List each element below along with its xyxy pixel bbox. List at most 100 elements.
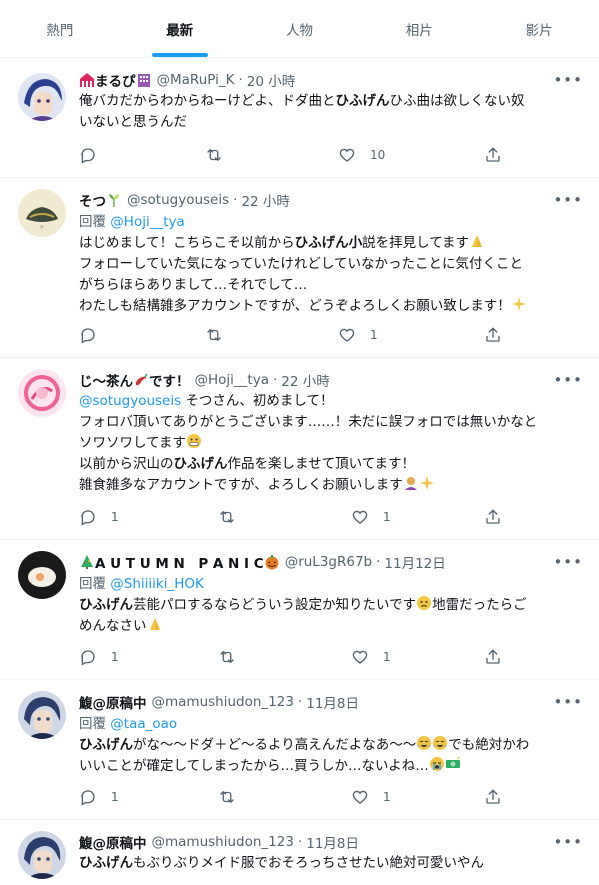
tweet-text: ひふげんがな～～ドダ＋ど～るより高えんだよなあ～～ でも絶対かわ いいことが確定し… — [79, 735, 583, 777]
sparkles-emoji-icon — [419, 475, 435, 491]
active-tab-indicator — [151, 53, 208, 57]
like-button[interactable]: 1 — [351, 508, 391, 526]
retweet-button[interactable] — [205, 146, 237, 164]
like-button[interactable]: 1 — [351, 648, 391, 666]
retweet-button[interactable] — [218, 648, 250, 666]
retweet-button[interactable] — [218, 508, 250, 526]
timestamp[interactable]: 11月8日 — [306, 692, 359, 712]
tweet[interactable]: 鰒@原稿中 @mamushiudon_123 · 11月8日 ••• 回覆 @t… — [0, 681, 599, 820]
reply-icon — [81, 650, 95, 666]
display-name[interactable]: 鰒@原稿中 — [79, 692, 147, 712]
reply-button[interactable] — [79, 326, 111, 344]
share-button[interactable] — [484, 146, 502, 164]
more-options-icon[interactable]: ••• — [553, 691, 583, 713]
retweet-icon — [207, 329, 221, 341]
display-name[interactable]: 鰒@原稿中 — [79, 832, 147, 852]
avatar[interactable] — [18, 369, 66, 417]
more-options-icon[interactable]: ••• — [553, 69, 583, 91]
avatar[interactable] — [18, 551, 66, 599]
tweet-actions: 10 — [0, 145, 599, 165]
display-name[interactable]: まるぴ — [95, 70, 136, 90]
tab-photos[interactable]: 相片 — [359, 0, 479, 57]
reply-mention[interactable]: @taa_oao — [110, 716, 177, 732]
share-button[interactable] — [484, 788, 502, 806]
more-options-icon[interactable]: ••• — [553, 189, 583, 211]
display-name-suffix[interactable]: です！ — [149, 370, 190, 390]
tweet[interactable]: A U T U M N P A N I C @ruL3gR67b · 11月12… — [0, 541, 599, 680]
more-options-icon[interactable]: ••• — [553, 551, 583, 573]
reply-icon — [81, 790, 95, 806]
like-count: 1 — [370, 328, 378, 342]
tab-people[interactable]: 人物 — [240, 0, 360, 57]
share-button[interactable] — [484, 508, 502, 526]
retweet-button[interactable] — [205, 326, 237, 344]
heart-icon — [352, 510, 368, 524]
display-name[interactable]: じ〜茶ん — [79, 370, 133, 390]
reply-icon — [81, 510, 95, 526]
display-name[interactable]: そつ — [79, 190, 106, 210]
tweet[interactable]: \* そつ @sotugyouseis · 22 小時 ••• 回覆 @Hoji… — [0, 179, 599, 358]
crying-face-emoji-icon — [429, 756, 445, 772]
reply-button[interactable] — [79, 146, 111, 164]
carousel-emoji-icon — [79, 72, 95, 88]
avatar[interactable] — [18, 73, 66, 121]
reply-mention[interactable]: @Hoji__tya — [110, 214, 184, 230]
building-emoji-icon — [136, 72, 152, 88]
reply-context: 回覆 @taa_oao — [79, 716, 178, 732]
text-line: 俺バカだからわからねーけどよ、ドダ曲とひふげんひふ曲は欲しくない奴 — [79, 93, 525, 109]
avatar-image-icon — [18, 831, 66, 879]
avatar-image-icon — [18, 691, 66, 739]
like-button[interactable]: 1 — [351, 788, 391, 806]
timestamp[interactable]: 11月12日 — [384, 552, 445, 572]
separator-dot: · — [272, 372, 278, 388]
more-options-icon[interactable]: ••• — [553, 831, 583, 853]
text-line: めんなさい — [79, 616, 583, 637]
retweet-button[interactable] — [218, 788, 250, 806]
timestamp[interactable]: 22 小時 — [241, 190, 289, 210]
handle[interactable]: @ruL3gR67b — [285, 554, 372, 570]
tears-of-joy-emoji-icon — [416, 735, 432, 751]
timestamp[interactable]: 11月8日 — [306, 832, 359, 852]
handle[interactable]: @mamushiudon_123 — [152, 694, 294, 710]
text-line: フォロバ頂いてありがとうございます……！未だに誤フォロでは無いかなと — [79, 414, 538, 430]
more-options-icon[interactable]: ••• — [553, 369, 583, 391]
share-icon — [486, 147, 500, 162]
timestamp[interactable]: 20 小時 — [247, 70, 295, 90]
handle[interactable]: @sotugyouseis — [127, 192, 229, 208]
reply-button[interactable]: 1 — [79, 648, 119, 666]
tab-latest[interactable]: 最新 — [120, 0, 240, 57]
text-line: いないと思うんだ — [79, 114, 187, 130]
tweet-actions: 1 1 — [0, 647, 599, 667]
tab-label: 人物 — [285, 22, 313, 39]
tab-videos[interactable]: 影片 — [479, 0, 599, 57]
text-line: ソワソワしてます — [79, 433, 583, 454]
tweet[interactable]: じ〜茶ん です！ @Hoji__tya · 22 小時 ••• @sotugyo… — [0, 359, 599, 540]
like-button[interactable]: 1 — [338, 326, 378, 344]
tweet[interactable]: まるぴ @MaRuPi_K · 20 小時 ••• 俺バカだからわからねーけどよ… — [0, 59, 599, 178]
timestamp[interactable]: 22 小時 — [281, 370, 329, 390]
handle[interactable]: @mamushiudon_123 — [152, 834, 294, 850]
reply-button[interactable]: 1 — [79, 788, 119, 806]
mention-link[interactable]: @sotugyouseis — [79, 393, 181, 409]
display-name[interactable]: A U T U M N P A N I C — [95, 552, 264, 572]
tweet-text: @sotugyouseis そつさん、初めまして！ フォロバ頂いてありがとうござ… — [79, 391, 583, 496]
share-button[interactable] — [484, 326, 502, 344]
reply-button[interactable]: 1 — [79, 508, 119, 526]
reply-mention[interactable]: @Shiiiiki_HOK — [110, 576, 204, 592]
tab-trending[interactable]: 熱門 — [0, 0, 120, 57]
avatar[interactable] — [18, 831, 66, 879]
like-button[interactable]: 10 — [338, 146, 385, 164]
share-button[interactable] — [484, 648, 502, 666]
heart-icon — [339, 148, 355, 162]
tweet-actions: 1 — [0, 325, 599, 345]
avatar[interactable] — [18, 691, 66, 739]
separator-dot: · — [233, 192, 238, 208]
text-line: わたしも結構雑多アカウントですが、どうぞよろしくお願い致します！ — [79, 296, 583, 317]
handle[interactable]: @Hoji__tya — [195, 372, 269, 388]
tears-of-joy-emoji-icon — [432, 735, 448, 751]
tweet[interactable]: 鰒@原稿中 @mamushiudon_123 · 11月8日 ••• ひふげんも… — [0, 821, 599, 885]
avatar[interactable]: \* — [18, 189, 66, 237]
share-icon — [486, 327, 500, 342]
handle[interactable]: @MaRuPi_K — [157, 72, 235, 88]
praying-hands-emoji-icon — [147, 616, 163, 632]
